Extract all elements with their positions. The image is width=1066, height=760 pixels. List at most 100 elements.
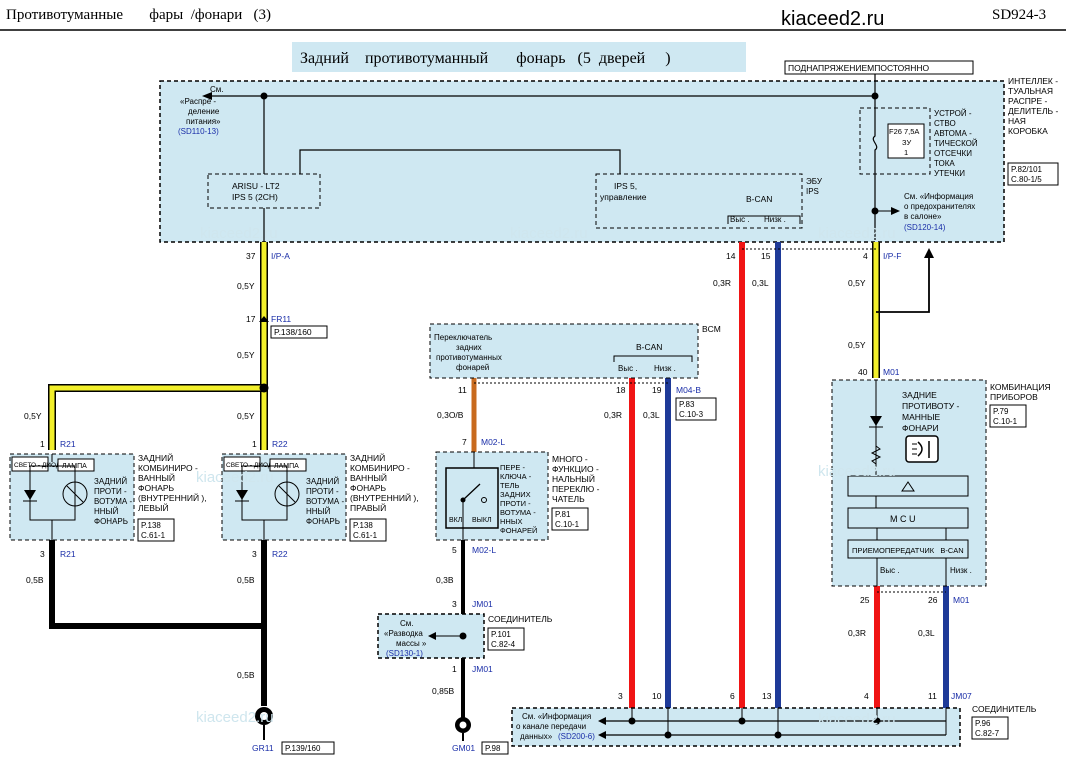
jm01-ref: P.101 C.82-4 (491, 630, 516, 649)
pin-b10: 10 (652, 691, 662, 701)
page-title: Противотуманные фары /фонари (3) (6, 7, 271, 23)
jm01-see-ref: (SD130-1) (386, 649, 423, 658)
pin-17: 17 (246, 314, 256, 324)
connector-can: См. «Информация о канале передачи данных… (511, 704, 1037, 747)
wire-label: 0,5B (237, 670, 255, 680)
watermark: kiaceed2.ru (818, 225, 896, 242)
pin-m02l-bot: M02-L (472, 545, 496, 555)
can-node-dot (774, 731, 782, 739)
diagram-code: SD924-3 (992, 7, 1046, 23)
pin-3-jm: 3 (452, 599, 457, 609)
rear-right-ref: P.138 C.61-1 (353, 521, 378, 540)
watermark: kiaceed2.ru (818, 463, 896, 480)
pin-r21-bot: R21 (60, 549, 76, 559)
wire-label: 0,5Y (237, 281, 255, 291)
watermark: kiaceed2.ru (196, 469, 274, 486)
wire-label: 0,3L (643, 410, 660, 420)
pin-fr11: FR11 (271, 314, 291, 324)
bcm-label: BCM (702, 324, 721, 334)
can-see-ref: (SD200-6) (558, 732, 595, 741)
wire-label: 0,5Y (848, 278, 866, 288)
pin-b13: 13 (762, 691, 772, 701)
bcm-module: BCM Переключатель задних противотуманных… (429, 323, 721, 379)
junction-box-label: ИНТЕЛЛЕК - ТУАЛЬНАЯ РАСПРЕ - ДЕЛИТЕЛЬ - … (1008, 76, 1061, 136)
banner-title: Задний противотуманный фонарь (5 дверей … (300, 50, 671, 67)
ground-icon-center (459, 721, 467, 729)
wire-label: 0,85B (432, 686, 455, 696)
arisu-label: ARISU - LT2 IPS 5 (2CH) (232, 181, 282, 202)
can-node-dot (738, 717, 746, 725)
watermark: kiaceed2.ru (818, 711, 896, 728)
pin-1-left: 1 (40, 439, 45, 449)
wire-label: 0,3B (436, 575, 454, 585)
pin-b11: 11 (928, 691, 937, 701)
pin-14: 14 (726, 251, 736, 261)
watermark: kiaceed2.ru (196, 709, 274, 726)
pin-37: 37 (246, 251, 256, 261)
pin-ipf: I/P-F (883, 251, 901, 261)
wire-label: 0,3L (752, 278, 769, 288)
ips-bcan-high: Выс . (730, 215, 750, 224)
ips-bcan-label: B-CAN (746, 194, 772, 204)
ground-gm01-label: GM01 (452, 743, 475, 753)
connector-jm01: См. «Разводка массы » (SD130-1) СОЕДИНИТ… (377, 613, 553, 659)
wire-label: 0,5Y (848, 340, 866, 350)
pin-3-left: 3 (40, 549, 45, 559)
pin-18: 18 (616, 385, 626, 395)
pin-jm07: JM07 (951, 691, 972, 701)
header: Противотуманные фары /фонари (3) kiaceed… (0, 7, 1066, 31)
watermark: kiaceed2.ru (510, 225, 588, 242)
see-power-ref: (SD110-13) (178, 127, 219, 136)
switch-off: ВЫКЛ (472, 517, 492, 524)
can-node-dot (664, 731, 672, 739)
wire-label: 0,5B (26, 575, 44, 585)
gm01-ref: P.98 (485, 744, 501, 753)
pin-r22-top: R22 (272, 439, 288, 449)
fr11-ref: P.138/160 (274, 327, 312, 337)
can-connector-label: СОЕДИНИТЕЛЬ (972, 704, 1037, 714)
pin-jm01-bot: JM01 (472, 664, 493, 674)
junction-box-ref: P.82/101 C.80-1/5 (1011, 165, 1044, 184)
rear-right-label: ЗАДНИЙ КОМБИНИРО - ВАННЫЙ ФОНАРЬ (ВНУТРЕ… (350, 452, 421, 513)
return-arrow-icon (924, 248, 934, 258)
title-banner: Задний противотуманный фонарь (5 дверей … (292, 42, 746, 72)
pin-40: 40 (858, 367, 868, 377)
bus-junction-dot (871, 92, 879, 100)
rear-left-ref: P.138 C.61-1 (141, 521, 166, 540)
gr11-ref: P.139/160 (285, 744, 321, 753)
pin-m01-bot: M01 (953, 595, 970, 605)
bcm-bcan-label: B-CAN (636, 342, 662, 352)
arisu-module (207, 173, 321, 209)
wire-label: 0,3R (604, 410, 622, 420)
ips-bcan-low: Низк . (764, 215, 786, 224)
cluster-label: КОМБИНАЦИЯ ПРИБОРОВ (990, 382, 1053, 402)
transceiver-label: ПРИЕМОПЕРЕДАТЧИК B-CAN (852, 546, 964, 555)
pin-m04b: M04-B (676, 385, 701, 395)
pin-b4: 4 (864, 691, 869, 701)
pin-1-right: 1 (252, 439, 257, 449)
pin-3-right: 3 (252, 549, 257, 559)
pin-26: 26 (928, 595, 938, 605)
rear-lamp-left: СВЕТО - ДИОД ЛАМПА ЗАДНИЙ ПРОТИ - ВОТУМА… (9, 452, 207, 542)
bcm-bcan-low: Низк . (654, 364, 676, 373)
pin-b6: 6 (730, 691, 735, 701)
ground-gr11-label: GR11 (252, 743, 274, 753)
pin-b3: 3 (618, 691, 623, 701)
wire-return (876, 258, 930, 313)
wire-label: 0,5B (237, 575, 255, 585)
see-fuse-ref: (SD120-14) (904, 223, 946, 232)
multiswitch-label: МНОГО - ФУНКЦИО - НАЛЬНЫЙ ПЕРЕКЛЮ - ЧАТЕ… (552, 454, 602, 504)
pin-1-jm: 1 (452, 664, 457, 674)
pin-r21-top: R21 (60, 439, 76, 449)
can-node-dot (628, 717, 636, 725)
cluster-low: Низк . (950, 566, 972, 575)
wire-black-left (49, 540, 264, 629)
watermark: kiaceed2.ru (200, 225, 278, 242)
rear-lamp-right: СВЕТО - ДИОД ЛАМПА ЗАДНИЙ ПРОТИ - ВОТУМА… (221, 452, 421, 542)
wiring-diagram: Противотуманные фары /фонари (3) kiaceed… (0, 7, 1066, 755)
supply-label: ПОДНАПРЯЖЕНИЕМПОСТОЯННО (788, 63, 929, 73)
site-name: kiaceed2.ru (781, 8, 884, 30)
pin-19: 19 (652, 385, 662, 395)
pin-ipa: I/P-A (271, 251, 290, 261)
instrument-cluster: КОМБИНАЦИЯ ПРИБОРОВ P.79 C.10-1 ЗАДНИЕ П… (831, 379, 1053, 587)
